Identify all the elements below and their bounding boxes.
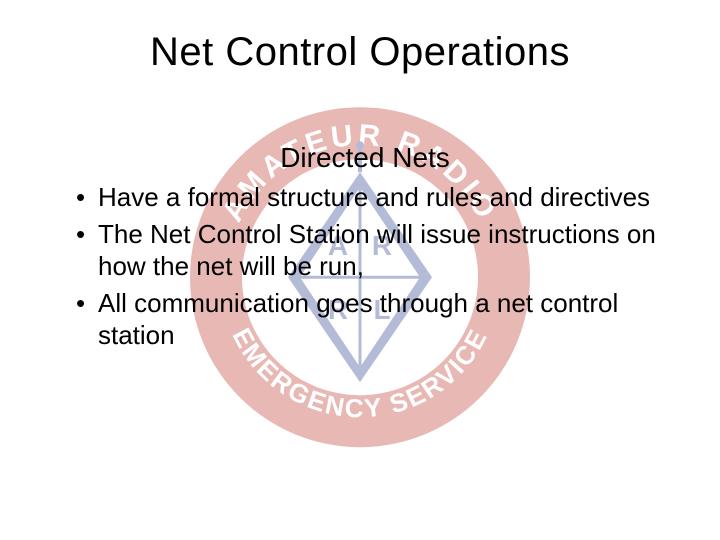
list-item: The Net Control Station will issue instr… (70, 218, 660, 283)
list-item: All communication goes through a net con… (70, 287, 660, 352)
slide-content: Directed Nets Have a formal structure an… (70, 140, 660, 356)
bullet-list: Have a formal structure and rules and di… (70, 181, 660, 352)
slide: AMATEUR RADIO EMERGENCY SERVICE A R R L … (0, 0, 720, 540)
slide-title: Net Control Operations (0, 30, 720, 75)
slide-subtitle: Directed Nets (70, 140, 660, 175)
list-item: Have a formal structure and rules and di… (70, 181, 660, 214)
